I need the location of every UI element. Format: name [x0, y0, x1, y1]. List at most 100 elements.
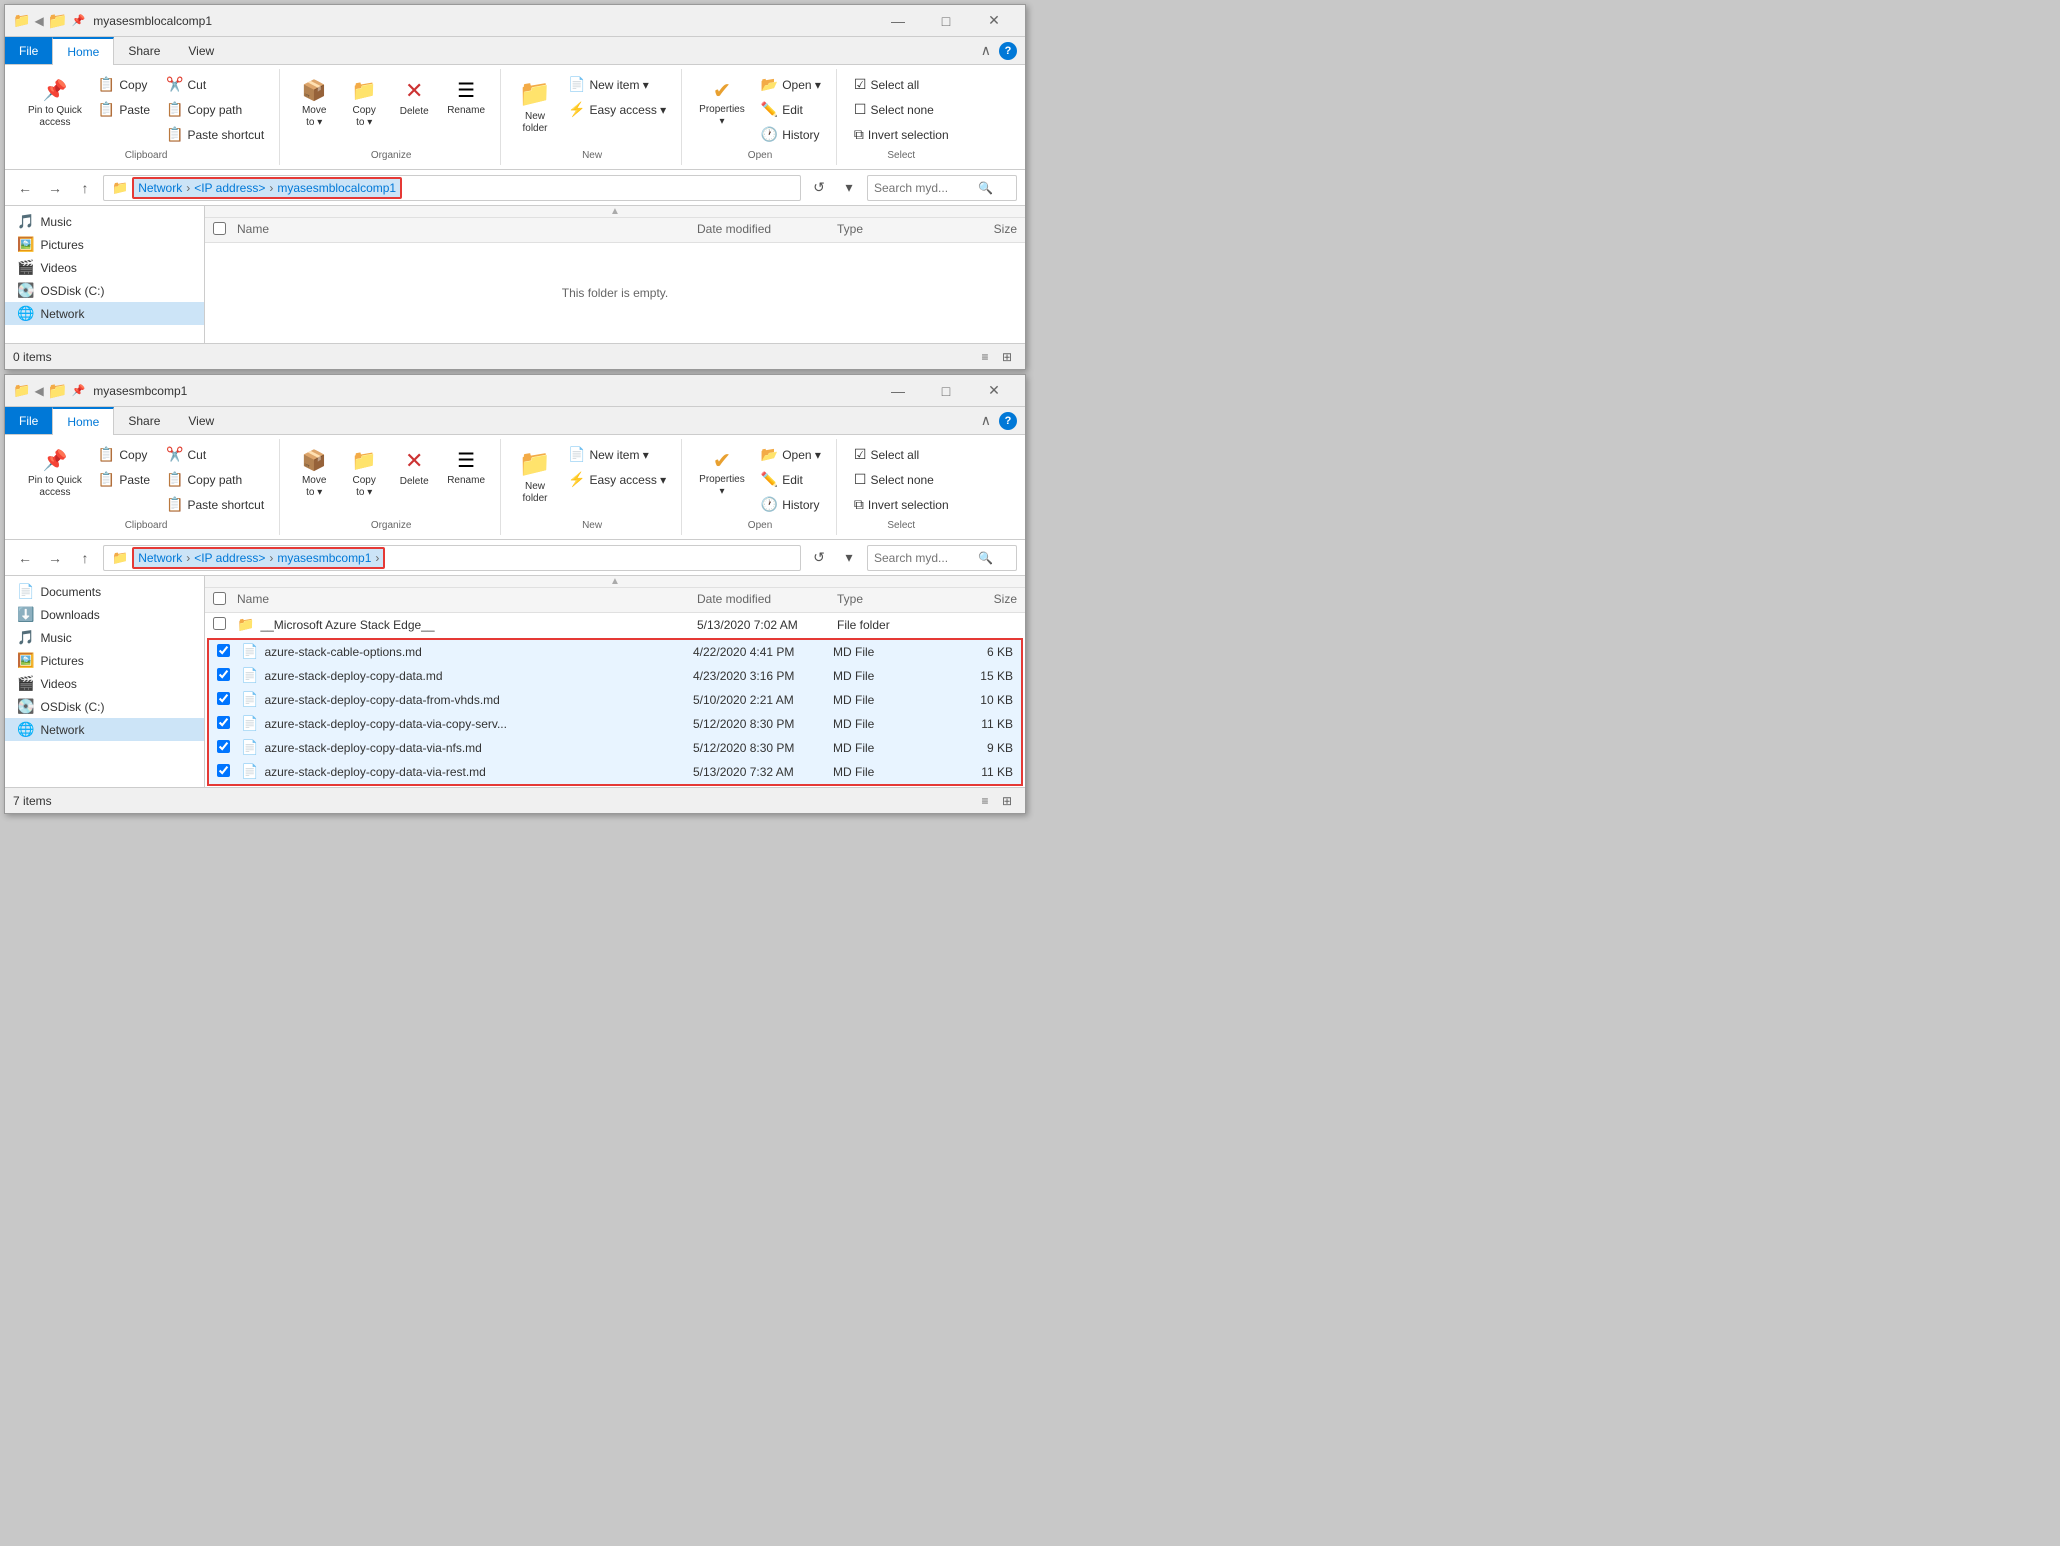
lower-col-date[interactable]: Date modified: [697, 592, 837, 608]
upper-copy-path-btn[interactable]: 📋 Copy path: [159, 98, 271, 121]
lower-back-btn[interactable]: ←: [13, 546, 37, 570]
lower-address-path[interactable]: 📁 Network › <IP address> › myasesmbcomp1…: [103, 545, 801, 571]
upper-edit-btn[interactable]: ✏️ Edit: [754, 98, 828, 121]
upper-select-all-btn[interactable]: ☑ Select all: [847, 73, 956, 96]
lower-new-folder-btn[interactable]: 📁 Newfolder: [511, 443, 559, 510]
lower-refresh-btn[interactable]: ↺: [807, 546, 831, 570]
upper-copy-btn[interactable]: 📋 Copy: [91, 73, 157, 96]
upper-history-btn[interactable]: 🕐 History: [754, 123, 828, 146]
upper-path-share[interactable]: myasesmblocalcomp1: [277, 181, 396, 195]
upper-help-btn[interactable]: ?: [999, 42, 1017, 60]
lower-history-btn[interactable]: 🕐 History: [754, 493, 828, 516]
upper-invert-selection-btn[interactable]: ⧉ Invert selection: [847, 123, 956, 146]
upper-select-none-btn[interactable]: ☐ Select none: [847, 98, 956, 121]
upper-tiles-view-btn[interactable]: ⊞: [997, 347, 1017, 367]
lower-properties-btn[interactable]: ✔ Properties▾: [692, 443, 752, 503]
upper-dropdown-btn[interactable]: ▾: [837, 176, 861, 200]
lower-select-none-btn[interactable]: ☐ Select none: [847, 468, 956, 491]
upper-path-network[interactable]: Network: [138, 181, 182, 195]
lower-sidebar-osdisk[interactable]: 💽 OSDisk (C:): [5, 695, 204, 718]
upper-new-folder-btn[interactable]: 📁 Newfolder: [511, 73, 559, 140]
lower-easy-access-btn[interactable]: ⚡ Easy access ▾: [561, 468, 673, 491]
lower-minimize-btn[interactable]: —: [875, 375, 921, 407]
upper-cut-btn[interactable]: ✂️ Cut: [159, 73, 271, 96]
lower-tab-view[interactable]: View: [174, 407, 228, 434]
upper-collapse-ribbon-btn[interactable]: ∧: [981, 42, 991, 59]
lower-file-row-2[interactable]: 📄 azure-stack-deploy-copy-data.md 4/23/2…: [209, 664, 1021, 688]
lower-path-ip[interactable]: <IP address>: [194, 551, 265, 565]
upper-sidebar-osdisk[interactable]: 💽 OSDisk (C:): [5, 279, 204, 302]
upper-col-name[interactable]: Name: [237, 222, 697, 238]
lower-close-btn[interactable]: ✕: [971, 375, 1017, 407]
upper-new-item-btn[interactable]: 📄 New item ▾: [561, 73, 673, 96]
lower-file-row-3[interactable]: 📄 azure-stack-deploy-copy-data-from-vhds…: [209, 688, 1021, 712]
lower-forward-btn[interactable]: →: [43, 546, 67, 570]
upper-col-size[interactable]: Size: [937, 222, 1017, 238]
lower-invert-selection-btn[interactable]: ⧉ Invert selection: [847, 493, 956, 516]
lower-cut-btn[interactable]: ✂️ Cut: [159, 443, 271, 466]
upper-easy-access-btn[interactable]: ⚡ Easy access ▾: [561, 98, 673, 121]
lower-tab-file[interactable]: File: [5, 407, 52, 434]
lower-tab-share[interactable]: Share: [114, 407, 174, 434]
upper-properties-btn[interactable]: ✔ Properties▾: [692, 73, 752, 133]
upper-col-check[interactable]: [213, 222, 237, 238]
upper-address-path[interactable]: 📁 Network › <IP address> › myasesmblocal…: [103, 175, 801, 201]
lower-new-item-btn[interactable]: 📄 New item ▾: [561, 443, 673, 466]
lower-maximize-btn[interactable]: □: [923, 375, 969, 407]
upper-rename-btn[interactable]: ☰ Rename: [440, 73, 492, 122]
upper-col-type[interactable]: Type: [837, 222, 937, 238]
lower-col-check[interactable]: [213, 592, 237, 608]
lower-details-view-btn[interactable]: ≡: [975, 791, 995, 811]
upper-open-btn[interactable]: 📂 Open ▾: [754, 73, 828, 96]
upper-maximize-btn[interactable]: □: [923, 5, 969, 37]
lower-path-share[interactable]: myasesmbcomp1: [277, 551, 371, 565]
lower-col-name[interactable]: Name: [237, 592, 697, 608]
upper-col-date[interactable]: Date modified: [697, 222, 837, 238]
lower-rename-btn[interactable]: ☰ Rename: [440, 443, 492, 492]
lower-open-btn[interactable]: 📂 Open ▾: [754, 443, 828, 466]
lower-paste-shortcut-btn[interactable]: 📋 Paste shortcut: [159, 493, 271, 516]
lower-copy-btn[interactable]: 📋 Copy: [91, 443, 157, 466]
upper-refresh-btn[interactable]: ↺: [807, 176, 831, 200]
upper-path-ip[interactable]: <IP address>: [194, 181, 265, 195]
upper-forward-btn[interactable]: →: [43, 176, 67, 200]
lower-file-row-5[interactable]: 📄 azure-stack-deploy-copy-data-via-nfs.m…: [209, 736, 1021, 760]
upper-sidebar-music[interactable]: 🎵 Music: [5, 210, 204, 233]
lower-move-to-btn[interactable]: 📦 Moveto ▾: [290, 443, 338, 504]
lower-collapse-ribbon-btn[interactable]: ∧: [981, 412, 991, 429]
lower-pin-quick-access-btn[interactable]: 📌 Pin to Quickaccess: [21, 443, 89, 504]
lower-sidebar-videos[interactable]: 🎬 Videos: [5, 672, 204, 695]
lower-col-type[interactable]: Type: [837, 592, 937, 608]
lower-sidebar-downloads[interactable]: ⬇️ Downloads: [5, 603, 204, 626]
upper-paste-btn[interactable]: 📋 Paste: [91, 98, 157, 121]
upper-pin-quick-access-btn[interactable]: 📌 Pin to Quickaccess: [21, 73, 89, 134]
lower-edit-btn[interactable]: ✏️ Edit: [754, 468, 828, 491]
upper-paste-shortcut-btn[interactable]: 📋 Paste shortcut: [159, 123, 271, 146]
lower-tab-home[interactable]: Home: [52, 407, 114, 435]
lower-sidebar-music[interactable]: 🎵 Music: [5, 626, 204, 649]
lower-file-row-6[interactable]: 📄 azure-stack-deploy-copy-data-via-rest.…: [209, 760, 1021, 784]
lower-search-input[interactable]: [874, 551, 974, 565]
upper-delete-btn[interactable]: ✕ Delete: [390, 73, 438, 123]
lower-paste-btn[interactable]: 📋 Paste: [91, 468, 157, 491]
upper-up-btn[interactable]: ↑: [73, 176, 97, 200]
lower-sidebar-network[interactable]: 🌐 Network: [5, 718, 204, 741]
upper-close-btn[interactable]: ✕: [971, 5, 1017, 37]
upper-tab-view[interactable]: View: [174, 37, 228, 64]
upper-sidebar-videos[interactable]: 🎬 Videos: [5, 256, 204, 279]
lower-dropdown-btn[interactable]: ▾: [837, 546, 861, 570]
lower-select-all-checkbox[interactable]: [213, 592, 226, 605]
lower-copy-path-btn[interactable]: 📋 Copy path: [159, 468, 271, 491]
upper-tab-share[interactable]: Share: [114, 37, 174, 64]
lower-file-row-4[interactable]: 📄 azure-stack-deploy-copy-data-via-copy-…: [209, 712, 1021, 736]
lower-select-all-btn[interactable]: ☑ Select all: [847, 443, 956, 466]
upper-sidebar-pictures[interactable]: 🖼️ Pictures: [5, 233, 204, 256]
lower-col-size[interactable]: Size: [937, 592, 1017, 608]
upper-move-to-btn[interactable]: 📦 Moveto ▾: [290, 73, 338, 134]
upper-minimize-btn[interactable]: —: [875, 5, 921, 37]
upper-tab-home[interactable]: Home: [52, 37, 114, 65]
lower-sidebar-pictures[interactable]: 🖼️ Pictures: [5, 649, 204, 672]
lower-search-box[interactable]: 🔍: [867, 545, 1017, 571]
lower-sidebar-documents[interactable]: 📄 Documents: [5, 580, 204, 603]
lower-delete-btn[interactable]: ✕ Delete: [390, 443, 438, 493]
